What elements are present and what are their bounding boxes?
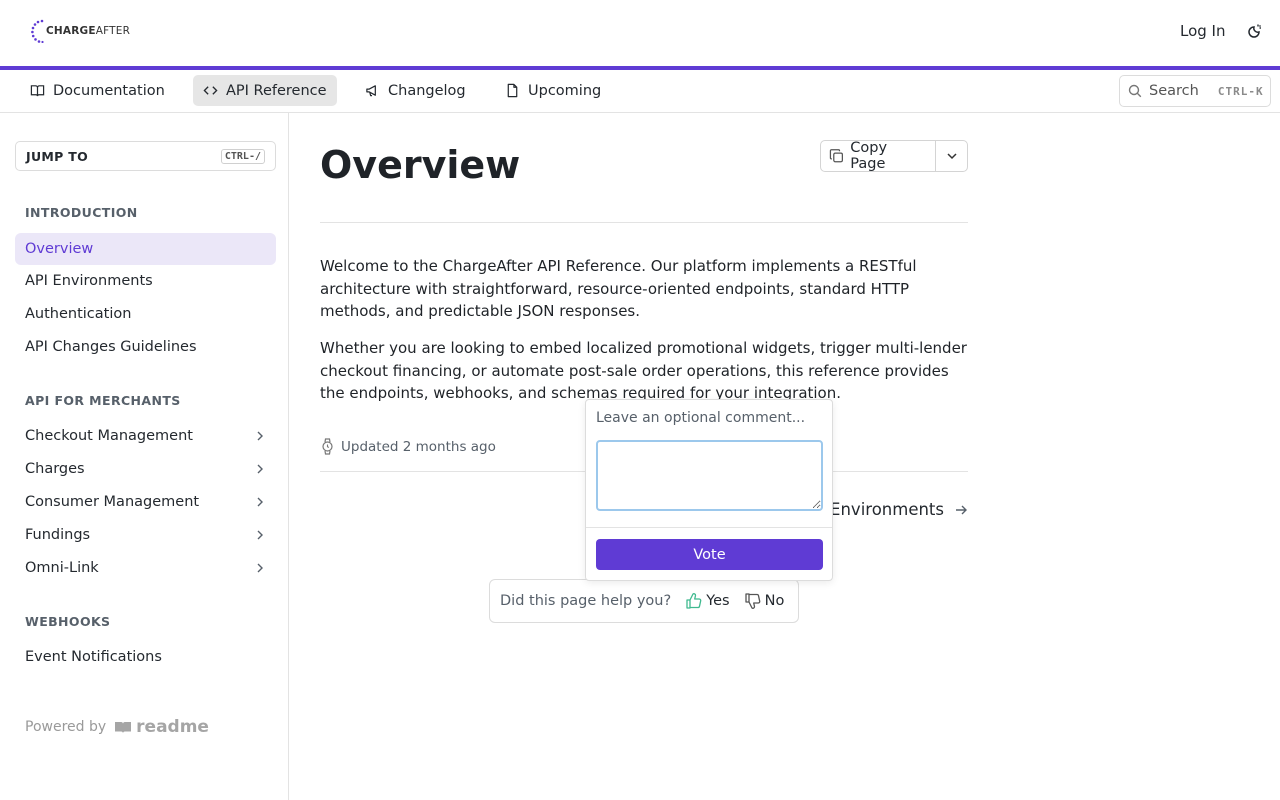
sidebar-item-label: Omni-Link — [25, 560, 99, 576]
thumbs-up-icon — [686, 593, 702, 609]
code-icon — [203, 86, 218, 95]
top-header: CHARGEAFTER Log In — [0, 0, 1280, 66]
theme-toggle-icon[interactable] — [1245, 23, 1263, 41]
sidebar-item-label: API Environments — [25, 273, 153, 289]
chevron-down-icon — [947, 153, 957, 160]
copy-page-label: Copy Page — [850, 140, 888, 172]
chargeafter-logo[interactable]: CHARGEAFTER — [30, 14, 130, 48]
chevron-right-icon — [257, 530, 263, 540]
feedback-no-label: No — [764, 593, 785, 609]
login-link[interactable]: Log In — [1180, 22, 1226, 40]
sidebar-item-label: Checkout Management — [25, 428, 193, 444]
copy-page-group: Copy Page — [820, 140, 968, 172]
powered-by-readme[interactable]: Powered by readme — [25, 717, 209, 737]
sidebar-item-checkout-management[interactable]: Checkout Management — [15, 420, 276, 452]
copy-page-dropdown[interactable] — [936, 141, 967, 171]
powered-by-label: Powered by — [25, 719, 107, 735]
tab-documentation-label: Documentation — [53, 82, 165, 99]
sidebar-item-label: Overview — [25, 241, 94, 257]
sidebar-item-charges[interactable]: Charges — [15, 453, 276, 485]
jump-to-label: JUMP TO — [26, 148, 89, 164]
body-paragraph: Whether you are looking to embed localiz… — [320, 339, 967, 402]
sidebar-item-api-environments[interactable]: API Environments — [15, 265, 276, 297]
chevron-right-icon — [257, 431, 263, 441]
feedback-question: Did this page help you? — [500, 593, 672, 609]
sidebar: JUMP TO CTRL-/ INTRODUCTION Overview API… — [0, 113, 289, 800]
jump-to-shortcut: CTRL-/ — [220, 148, 265, 164]
search-shortcut: CTRL-K — [1217, 84, 1264, 98]
updated-text: Updated 2 months ago — [341, 438, 496, 455]
tab-changelog-label: Changelog — [388, 82, 466, 99]
next-page-link[interactable]: Environments — [830, 500, 968, 519]
chevron-right-icon — [257, 563, 263, 573]
readme-book-icon — [115, 722, 132, 733]
megaphone-icon — [366, 85, 376, 97]
sidebar-item-omni-link[interactable]: Omni-Link — [15, 552, 276, 584]
updated-info: Updated 2 months ago — [320, 438, 496, 455]
copy-page-button[interactable]: Copy Page — [821, 140, 937, 172]
feedback-comment-popover: Leave an optional comment... Vote — [585, 399, 833, 581]
next-page-label: Environments — [830, 500, 944, 519]
page-title: Overview — [320, 143, 521, 187]
title-divider — [320, 222, 968, 223]
chevron-right-icon — [257, 464, 263, 474]
sidebar-item-event-notifications[interactable]: Event Notifications — [15, 641, 276, 673]
tab-api-reference[interactable]: API Reference — [193, 75, 337, 106]
main-navbar: Documentation API Reference Changelog Up… — [0, 70, 1280, 113]
section-title-introduction: INTRODUCTION — [25, 205, 138, 220]
section-title-api-for-merchants: API FOR MERCHANTS — [25, 393, 181, 408]
chevron-right-icon — [257, 497, 263, 507]
section-title-webhooks: WEBHOOKS — [25, 614, 111, 629]
sidebar-item-label: Fundings — [25, 527, 91, 543]
sidebar-item-fundings[interactable]: Fundings — [15, 519, 276, 551]
feedback-no-button[interactable]: No — [744, 592, 785, 610]
copy-icon — [829, 149, 843, 163]
search-button[interactable]: Search CTRL-K — [1119, 75, 1271, 107]
feedback-yes-label: Yes — [706, 593, 730, 609]
thumbs-down-icon — [744, 593, 760, 609]
logo-mark-icon — [31, 19, 44, 43]
tab-api-reference-label: API Reference — [226, 82, 327, 99]
book-icon — [30, 85, 45, 97]
search-icon — [1128, 84, 1142, 98]
feedback-bar: Did this page help you? Yes No — [489, 579, 799, 623]
sidebar-item-label: Authentication — [25, 306, 132, 322]
sidebar-item-overview[interactable]: Overview — [15, 233, 276, 265]
tab-upcoming[interactable]: Upcoming — [495, 75, 611, 106]
readme-logo: readme — [114, 717, 209, 737]
watch-icon — [322, 438, 333, 455]
sidebar-item-label: API Changes Guidelines — [25, 339, 197, 355]
arrow-right-icon — [956, 505, 967, 514]
document-icon — [507, 83, 518, 98]
intro-paragraph: Welcome to the ChargeAfter API Reference… — [320, 257, 917, 320]
logo-text: CHARGEAFTER — [46, 25, 131, 37]
jump-to-button[interactable]: JUMP TO CTRL-/ — [15, 141, 276, 171]
search-label: Search — [1149, 83, 1199, 99]
tab-documentation[interactable]: Documentation — [20, 75, 175, 106]
sidebar-item-label: Charges — [25, 461, 85, 477]
sidebar-item-api-changes-guidelines[interactable]: API Changes Guidelines — [15, 331, 276, 363]
sidebar-item-consumer-management[interactable]: Consumer Management — [15, 486, 276, 518]
sidebar-item-authentication[interactable]: Authentication — [15, 298, 276, 330]
tab-changelog[interactable]: Changelog — [355, 75, 476, 106]
tab-upcoming-label: Upcoming — [528, 82, 602, 99]
popover-divider — [586, 527, 832, 528]
comment-prompt: Leave an optional comment... — [596, 410, 806, 426]
vote-button[interactable]: Vote — [596, 539, 823, 570]
sidebar-item-label: Event Notifications — [25, 649, 162, 665]
comment-textarea[interactable] — [596, 440, 823, 511]
feedback-yes-button[interactable]: Yes — [685, 592, 730, 610]
sidebar-item-label: Consumer Management — [25, 494, 200, 510]
